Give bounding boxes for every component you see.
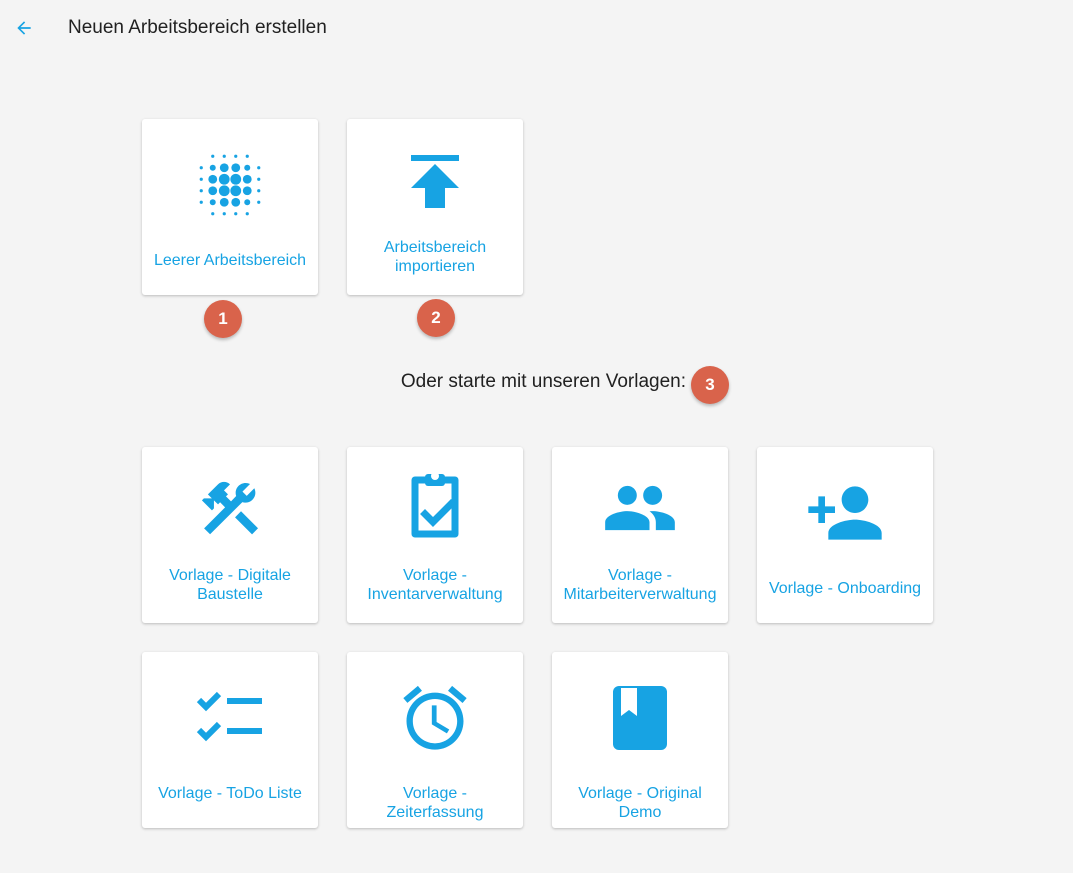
back-button[interactable] (10, 14, 38, 42)
step-badge-1: 1 (204, 300, 242, 338)
checklist-icon (196, 691, 262, 742)
create-workspace-page: Neuen Arbeitsbereich erstellen Leerer Ar… (0, 0, 1073, 873)
step-badge-2: 2 (417, 299, 455, 337)
empty-workspace-card[interactable]: Leerer Arbeitsbereich (142, 119, 318, 295)
template-card-mitarbeiterverwaltung[interactable]: Vorlage - Mitarbeiterverwaltung (552, 447, 728, 623)
template-card-todo-liste[interactable]: Vorlage - ToDo Liste (142, 652, 318, 828)
template-card-digitale-baustelle[interactable]: Vorlage - Digitale Baustelle (142, 447, 318, 623)
import-workspace-label: Arbeitsbereich importieren (383, 239, 487, 275)
assignment-check-icon (411, 472, 459, 538)
template-label: Vorlage - Original Demo (578, 785, 702, 821)
upload-icon (411, 155, 459, 208)
template-card-original-demo[interactable]: Vorlage - Original Demo (552, 652, 728, 828)
page-title: Neuen Arbeitsbereich erstellen (68, 17, 327, 38)
template-card-zeiterfassung[interactable]: Vorlage - Zeiterfassung (347, 652, 523, 828)
book-icon (613, 686, 667, 750)
template-card-inventarverwaltung[interactable]: Vorlage - Inventarverwaltung (347, 447, 523, 623)
template-label: Vorlage - ToDo Liste (158, 785, 302, 802)
templates-heading: Oder starte mit unseren Vorlagen: (400, 371, 686, 392)
template-label: Vorlage - Zeiterfassung (386, 785, 484, 821)
alarm-clock-icon (403, 685, 467, 750)
template-label: Vorlage - Mitarbeiterverwaltung (563, 567, 717, 603)
template-label: Vorlage - Digitale Baustelle (169, 567, 291, 603)
import-workspace-card[interactable]: Arbeitsbereich importieren (347, 119, 523, 295)
template-label: Vorlage - Onboarding (768, 580, 922, 597)
construction-tools-icon (201, 481, 259, 535)
person-add-icon (808, 486, 882, 540)
template-card-onboarding[interactable]: Vorlage - Onboarding (757, 447, 933, 623)
people-icon (605, 485, 675, 531)
blur-on-icon (199, 154, 261, 216)
empty-workspace-label: Leerer Arbeitsbereich (153, 252, 307, 269)
template-label: Vorlage - Inventarverwaltung (367, 567, 503, 603)
arrow-back-icon (17, 21, 31, 35)
step-badge-3: 3 (691, 366, 729, 404)
